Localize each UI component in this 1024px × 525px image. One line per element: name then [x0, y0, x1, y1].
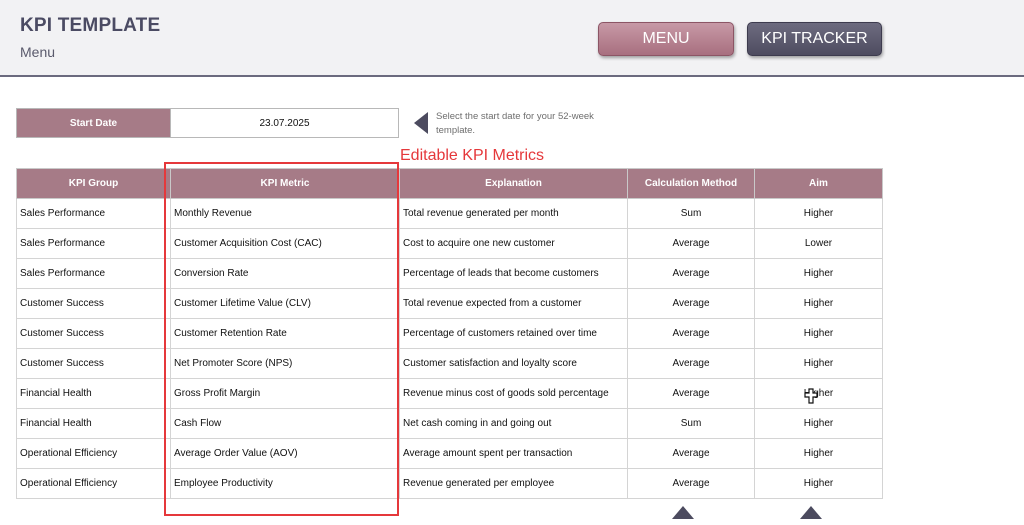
kpi-metric-cell[interactable]: Customer Lifetime Value (CLV): [170, 288, 400, 319]
kpi-group-cell[interactable]: Operational Efficiency: [16, 468, 171, 499]
explanation-cell[interactable]: Cost to acquire one new customer: [399, 228, 628, 259]
page-subtitle: Menu: [20, 44, 56, 60]
menu-button[interactable]: MENU: [598, 22, 734, 56]
calculation-method-cell[interactable]: Average: [627, 438, 755, 469]
move-cursor-icon: [804, 388, 818, 404]
table-row: Financial Health Cash Flow Net cash comi…: [16, 408, 883, 439]
kpi-metric-cell[interactable]: Net Promoter Score (NPS): [170, 348, 400, 379]
table-header-row: KPI Group KPI Metric Explanation Calcula…: [16, 168, 883, 199]
triangle-up-icon[interactable]: [800, 506, 822, 519]
calculation-method-cell[interactable]: Average: [627, 468, 755, 499]
explanation-cell[interactable]: Revenue minus cost of goods sold percent…: [399, 378, 628, 409]
kpi-metric-cell[interactable]: Customer Retention Rate: [170, 318, 400, 349]
table-row: Sales Performance Customer Acquisition C…: [16, 228, 883, 259]
aim-cell[interactable]: Higher: [754, 318, 883, 349]
table-row: Operational Efficiency Employee Producti…: [16, 468, 883, 499]
aim-cell[interactable]: Higher: [754, 258, 883, 289]
explanation-cell[interactable]: Total revenue expected from a customer: [399, 288, 628, 319]
table-row: Customer Success Customer Retention Rate…: [16, 318, 883, 349]
kpi-group-cell[interactable]: Sales Performance: [16, 198, 171, 229]
kpi-metric-cell[interactable]: Cash Flow: [170, 408, 400, 439]
start-date-input[interactable]: 23.07.2025: [171, 108, 399, 138]
triangle-up-icon[interactable]: [672, 506, 694, 519]
start-date-hint: Select the start date for your 52-week t…: [436, 111, 594, 136]
kpi-tracker-button[interactable]: KPI TRACKER: [747, 22, 882, 56]
calculation-method-cell[interactable]: Average: [627, 258, 755, 289]
kpi-group-cell[interactable]: Customer Success: [16, 288, 171, 319]
aim-cell[interactable]: Higher: [754, 348, 883, 379]
explanation-cell[interactable]: Net cash coming in and going out: [399, 408, 628, 439]
explanation-cell[interactable]: Average amount spent per transaction: [399, 438, 628, 469]
table-row: Financial Health Gross Profit Margin Rev…: [16, 378, 883, 409]
aim-cell[interactable]: Higher: [754, 288, 883, 319]
column-header-aim: Aim: [754, 168, 883, 199]
aim-cell[interactable]: Higher: [754, 378, 883, 409]
column-header-kpi-group: KPI Group: [16, 168, 171, 199]
page-title: KPI TEMPLATE: [20, 15, 161, 36]
explanation-cell[interactable]: Percentage of leads that become customer…: [399, 258, 628, 289]
start-date-label: Start Date: [16, 108, 171, 138]
editable-metrics-annotation: Editable KPI Metrics: [400, 147, 545, 164]
triangle-left-icon: [414, 112, 428, 134]
kpi-group-cell[interactable]: Customer Success: [16, 348, 171, 379]
column-header-calculation-method: Calculation Method: [627, 168, 755, 199]
kpi-group-cell[interactable]: Sales Performance: [16, 258, 171, 289]
column-header-kpi-metric: KPI Metric: [170, 168, 400, 199]
calculation-method-cell[interactable]: Average: [627, 318, 755, 349]
kpi-metric-cell[interactable]: Employee Productivity: [170, 468, 400, 499]
aim-cell[interactable]: Higher: [754, 438, 883, 469]
column-header-explanation: Explanation: [399, 168, 628, 199]
aim-cell[interactable]: Higher: [754, 408, 883, 439]
aim-cell[interactable]: Higher: [754, 468, 883, 499]
kpi-metric-cell[interactable]: Average Order Value (AOV): [170, 438, 400, 469]
calculation-method-cell[interactable]: Average: [627, 288, 755, 319]
table-row: Sales Performance Monthly Revenue Total …: [16, 198, 883, 229]
calculation-method-cell[interactable]: Average: [627, 378, 755, 409]
kpi-group-cell[interactable]: Sales Performance: [16, 228, 171, 259]
kpi-group-cell[interactable]: Customer Success: [16, 318, 171, 349]
explanation-cell[interactable]: Percentage of customers retained over ti…: [399, 318, 628, 349]
kpi-metric-cell[interactable]: Conversion Rate: [170, 258, 400, 289]
kpi-metric-cell[interactable]: Gross Profit Margin: [170, 378, 400, 409]
explanation-cell[interactable]: Revenue generated per employee: [399, 468, 628, 499]
table-row: Operational Efficiency Average Order Val…: [16, 438, 883, 469]
table-row: Sales Performance Conversion Rate Percen…: [16, 258, 883, 289]
calculation-method-cell[interactable]: Average: [627, 228, 755, 259]
app-header: KPI TEMPLATE Menu MENU KPI TRACKER: [0, 0, 1024, 77]
kpi-metric-cell[interactable]: Customer Acquisition Cost (CAC): [170, 228, 400, 259]
calculation-method-cell[interactable]: Sum: [627, 198, 755, 229]
kpi-group-cell[interactable]: Financial Health: [16, 408, 171, 439]
explanation-cell[interactable]: Total revenue generated per month: [399, 198, 628, 229]
kpi-group-cell[interactable]: Financial Health: [16, 378, 171, 409]
kpi-group-cell[interactable]: Operational Efficiency: [16, 438, 171, 469]
table-row: Customer Success Customer Lifetime Value…: [16, 288, 883, 319]
calculation-method-cell[interactable]: Sum: [627, 408, 755, 439]
calculation-method-cell[interactable]: Average: [627, 348, 755, 379]
aim-cell[interactable]: Higher: [754, 198, 883, 229]
kpi-metric-cell[interactable]: Monthly Revenue: [170, 198, 400, 229]
table-row: Customer Success Net Promoter Score (NPS…: [16, 348, 883, 379]
kpi-table: KPI Group KPI Metric Explanation Calcula…: [16, 168, 883, 499]
aim-cell[interactable]: Lower: [754, 228, 883, 259]
explanation-cell[interactable]: Customer satisfaction and loyalty score: [399, 348, 628, 379]
